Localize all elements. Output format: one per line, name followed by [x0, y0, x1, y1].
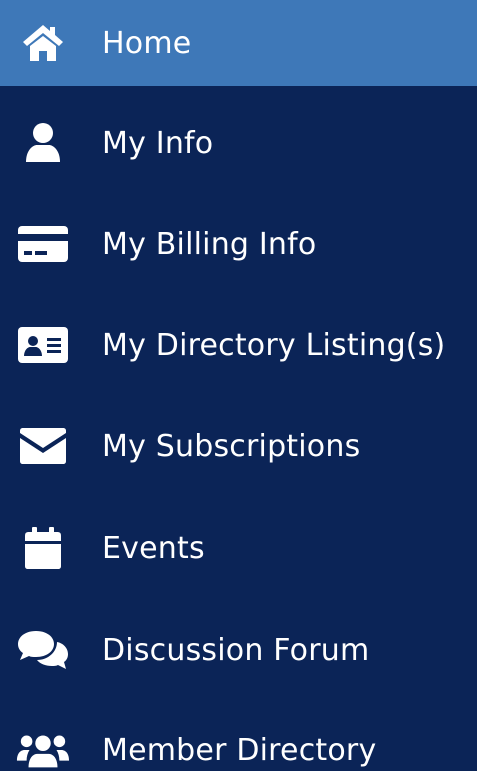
credit-card-icon — [16, 217, 70, 271]
nav-item-home[interactable]: Home — [0, 0, 477, 86]
nav-label-my-info: My Info — [102, 125, 214, 161]
user-icon — [16, 116, 70, 170]
home-icon — [16, 16, 70, 70]
envelope-icon — [16, 419, 70, 473]
nav-label-my-subscriptions: My Subscriptions — [102, 428, 361, 464]
nav-item-discussion-forum[interactable]: Discussion Forum — [0, 607, 477, 693]
nav-item-events[interactable]: Events — [0, 505, 477, 591]
nav-label-discussion-forum: Discussion Forum — [102, 632, 370, 668]
nav-label-home: Home — [102, 25, 192, 61]
nav-label-my-directory-listings: My Directory Listing(s) — [102, 327, 446, 363]
nav-label-events: Events — [102, 530, 205, 566]
nav-item-my-subscriptions[interactable]: My Subscriptions — [0, 403, 477, 489]
nav-item-my-info[interactable]: My Info — [0, 100, 477, 186]
sidebar-nav: Home My Info My Billing Info My Director… — [0, 0, 477, 771]
id-card-icon — [16, 318, 70, 372]
nav-item-member-directory[interactable]: Member Directory — [0, 707, 477, 771]
nav-item-my-directory-listings[interactable]: My Directory Listing(s) — [0, 302, 477, 388]
nav-label-my-billing-info: My Billing Info — [102, 226, 317, 262]
comments-icon — [16, 623, 70, 677]
users-icon — [16, 723, 70, 771]
calendar-icon — [16, 521, 70, 575]
nav-item-my-billing-info[interactable]: My Billing Info — [0, 201, 477, 287]
nav-label-member-directory: Member Directory — [102, 732, 377, 768]
